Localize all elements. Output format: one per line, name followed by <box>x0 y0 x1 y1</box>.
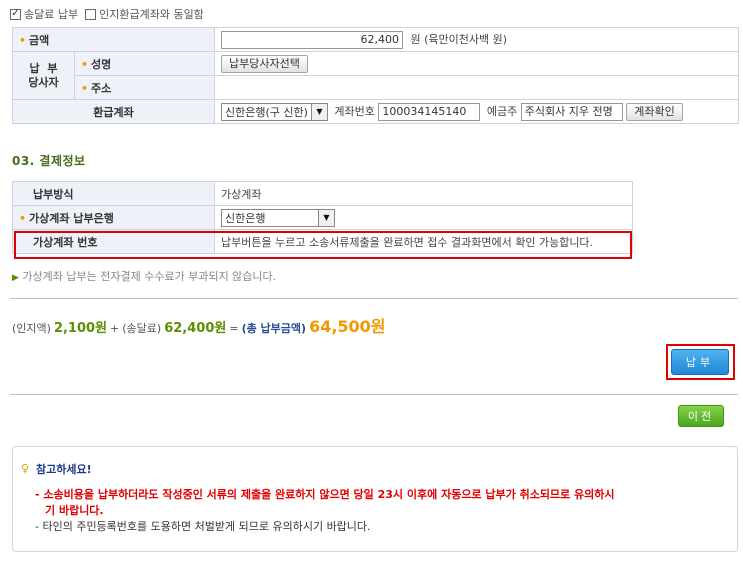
refund-label: 환급계좌 <box>93 105 134 119</box>
select-payer-button[interactable]: 납부당사자선택 <box>221 54 308 73</box>
pay-button-highlight <box>666 344 735 380</box>
service-fee-row: ✓ 송달료 납부 인지환급계좌와 동일함 <box>10 6 204 22</box>
refund-label-cell: 환급계좌 <box>12 99 215 124</box>
amount-input[interactable]: 62,400 <box>221 30 403 49</box>
stamp-amount: 2,100원 <box>53 321 108 336</box>
notice-line-2: - 타인의 주민등록번호를 도용하면 처벌받게 되므로 유의하시기 바랍니다. <box>35 520 371 533</box>
fee-note-text: 가상계좌 납부는 전자결제 수수료가 부과되지 않습니다. <box>22 270 277 283</box>
total-label: (총 납부금액) <box>241 322 307 335</box>
payment-form-table: • 금액 62,400 원 (육만이천사백 원) 납 부 당사자 • 성명 납부당사… <box>12 27 739 124</box>
service-fee-checkbox[interactable]: ✓ <box>10 8 21 20</box>
notice-line-1: - 소송비용을 납부하더라도 작성중인 서류의 제출을 완료하지 않으면 당일 … <box>35 488 615 501</box>
fee-note: ▶ 가상계좌 납부는 전자결제 수수료가 부과되지 않습니다. <box>12 268 276 284</box>
refund-bank-selected: 신한은행(구 신한) <box>225 105 308 119</box>
name-label-cell: • 성명 <box>74 51 215 76</box>
virtual-bank-row: • 가상계좌 납부은행 신한은행 ▼ <box>12 205 633 230</box>
triangle-right-icon: ▶ <box>12 273 19 283</box>
stamp-label: (인지액) <box>12 322 51 335</box>
method-value-cell: 가상계좌 <box>214 181 633 206</box>
virtual-account-highlight <box>14 231 632 259</box>
virtual-bank-label: 가상계좌 납부은행 <box>29 211 114 225</box>
payment-info-title: 03. 결제정보 <box>12 154 86 168</box>
payer-label-line2: 당사자 <box>28 75 59 89</box>
virtual-bank-value-cell: 신한은행 ▼ <box>214 205 633 230</box>
amount-label-cell: • 금액 <box>12 27 215 52</box>
method-label: 납부방식 <box>33 187 74 201</box>
equals-sign: = <box>229 322 239 335</box>
name-label: 성명 <box>91 57 112 71</box>
total-amount: 64,500원 <box>309 317 386 336</box>
name-value-cell: 납부당사자선택 <box>214 51 739 76</box>
amount-value-cell: 62,400 원 (육만이천사백 원) <box>214 27 739 52</box>
payer-address-row: • 주소 <box>13 75 739 100</box>
payer-label-line1: 납 부 <box>29 61 58 75</box>
virtual-bank-selected: 신한은행 <box>225 211 266 225</box>
virtual-bank-select[interactable]: 신한은행 ▼ <box>221 208 335 227</box>
account-number-input[interactable]: 100034145140 <box>378 102 481 121</box>
amount-row: • 금액 62,400 원 (육만이천사백 원) <box>12 27 739 52</box>
same-refund-label: 인지환급계좌와 동일함 <box>99 8 204 21</box>
account-number-label: 계좌번호 <box>334 104 375 118</box>
method-label-cell: 납부방식 <box>12 181 215 206</box>
address-value-cell <box>214 75 739 100</box>
notice-title: ♀ 참고하세요! <box>21 461 92 477</box>
amount-label: 금액 <box>29 33 50 47</box>
verify-account-button[interactable]: 계좌확인 <box>626 102 683 121</box>
payer-label-cell: 납 부 당사자 <box>12 51 75 100</box>
chevron-down-icon[interactable]: ▼ <box>318 209 334 226</box>
refund-account-row: 환급계좌 신한은행(구 신한) ▼ 계좌번호 100034145140 예금주 … <box>12 99 739 124</box>
service-fee-label: 송달료 납부 <box>24 8 79 21</box>
refund-bank-select[interactable]: 신한은행(구 신한) ▼ <box>221 102 328 121</box>
method-value: 가상계좌 <box>221 187 262 201</box>
payment-method-row: 납부방식 가상계좌 <box>12 181 633 206</box>
same-refund-checkbox[interactable] <box>85 8 97 20</box>
divider-top <box>10 298 738 299</box>
service-fee-label-summary: (송달료) <box>122 322 162 335</box>
account-holder-input[interactable]: 주식회사 지우 전명 <box>520 102 623 121</box>
address-label: 주소 <box>91 81 112 95</box>
refund-value-cell: 신한은행(구 신한) ▼ 계좌번호 100034145140 예금주 주식회사 … <box>214 99 739 124</box>
prev-button[interactable]: 이전 <box>678 405 724 427</box>
payer-name-row: 납 부 당사자 • 성명 납부당사자선택 <box>12 51 739 100</box>
notice-title-text: 참고하세요! <box>36 463 92 476</box>
amount-unit-text: 원 (육만이천사백 원) <box>410 32 508 46</box>
chevron-down-icon[interactable]: ▼ <box>310 103 327 120</box>
virtual-bank-label-cell: • 가상계좌 납부은행 <box>12 205 215 230</box>
lightbulb-icon: ♀ <box>21 462 30 475</box>
notice-box: ♀ 참고하세요! - 소송비용을 납부하더라도 작성중인 서류의 제출을 완료하… <box>12 446 738 552</box>
plus-sign: + <box>110 322 120 335</box>
payment-summary: (인지액) 2,100원 + (송달료) 62,400원 = (총 납부금액) … <box>12 313 386 337</box>
notice-line-1b: 기 바랍니다. <box>45 504 104 517</box>
address-label-cell: • 주소 <box>74 75 215 100</box>
service-fee-amount: 62,400원 <box>164 321 227 336</box>
account-holder-label: 예금주 <box>486 104 518 118</box>
divider-bottom <box>10 394 738 395</box>
